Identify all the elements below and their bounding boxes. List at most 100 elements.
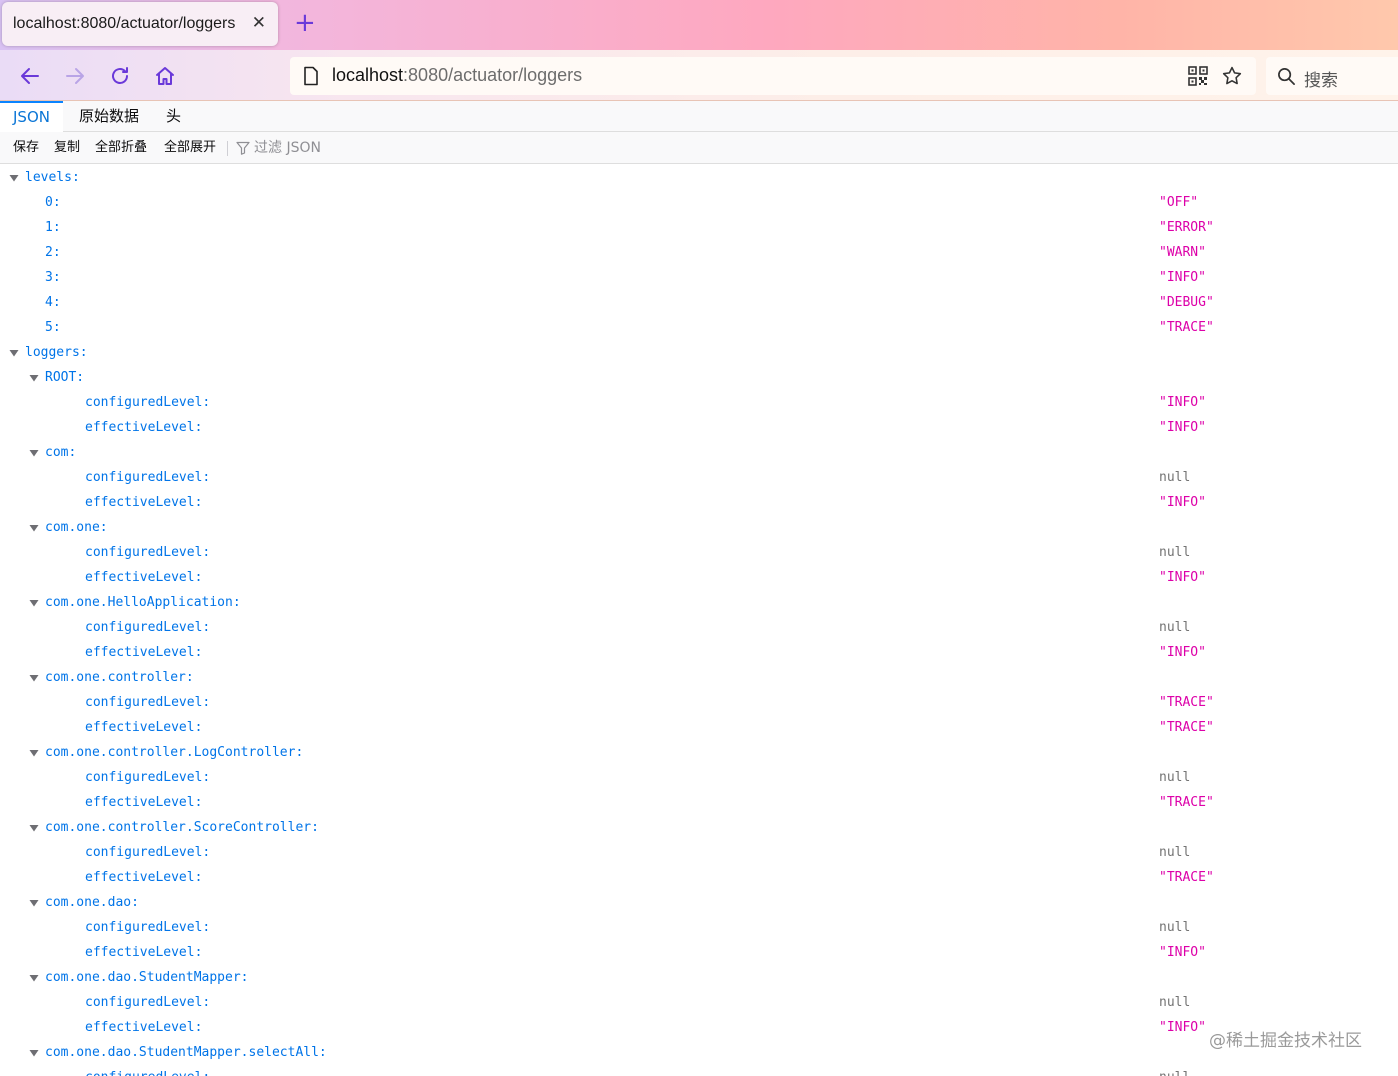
- json-tree-row[interactable]: com.one.dao.StudentMapper.selectAll:: [0, 1040, 1398, 1065]
- json-key: configuredLevel:: [85, 995, 211, 1010]
- json-tree-row: configuredLevel: null: [0, 915, 1398, 940]
- json-value: null: [1159, 620, 1191, 635]
- json-tree-row: effectiveLevel: "INFO": [0, 940, 1398, 965]
- reload-button[interactable]: [106, 62, 134, 90]
- page-document-icon: [304, 66, 318, 86]
- tab-raw-data[interactable]: 原始数据: [66, 101, 152, 132]
- json-value: "WARN": [1159, 245, 1206, 260]
- json-tree-row[interactable]: levels:: [0, 165, 1398, 190]
- json-tree-row[interactable]: com.one.controller.ScoreController:: [0, 815, 1398, 840]
- json-key: configuredLevel:: [85, 470, 211, 485]
- json-key: configuredLevel:: [85, 695, 211, 710]
- expand-all-button[interactable]: 全部展开: [164, 132, 216, 164]
- json-key: effectiveLevel:: [85, 420, 203, 435]
- json-tree-row[interactable]: com.one.HelloApplication:: [0, 590, 1398, 615]
- json-tree-row[interactable]: loggers:: [0, 340, 1398, 365]
- arrow-right-icon: [66, 68, 84, 84]
- json-value: "TRACE": [1159, 320, 1214, 335]
- json-value: "ERROR": [1159, 220, 1214, 235]
- json-tree-row: configuredLevel: null: [0, 840, 1398, 865]
- json-key: effectiveLevel:: [85, 720, 203, 735]
- expand-triangle-icon[interactable]: [28, 890, 40, 915]
- json-key: ROOT:: [45, 370, 85, 385]
- json-value: null: [1159, 470, 1191, 485]
- json-key: 1:: [45, 220, 61, 235]
- bookmark-star-icon[interactable]: [1221, 65, 1243, 87]
- json-key: com.one.dao:: [45, 895, 139, 910]
- watermark-text: @稀土掘金技术社区: [1209, 1031, 1362, 1051]
- expand-triangle-icon[interactable]: [8, 165, 20, 190]
- search-box[interactable]: 搜索: [1266, 57, 1398, 95]
- expand-triangle-icon[interactable]: [28, 815, 40, 840]
- expand-triangle-icon[interactable]: [28, 365, 40, 390]
- json-key: 0:: [45, 195, 61, 210]
- navigation-toolbar: localhost:8080/actuator/loggers 搜索: [0, 50, 1398, 101]
- json-key: 2:: [45, 245, 61, 260]
- json-tree-row: configuredLevel: null: [0, 465, 1398, 490]
- json-tree-row[interactable]: com.one.dao.StudentMapper:: [0, 965, 1398, 990]
- json-key: loggers:: [25, 345, 88, 360]
- json-tree-row: 0: "OFF": [0, 190, 1398, 215]
- reload-icon: [112, 67, 128, 84]
- json-tree-row[interactable]: com:: [0, 440, 1398, 465]
- json-toolbar: 保存 复制 全部折叠 全部展开 过滤 JSON: [0, 132, 1398, 164]
- json-tree-row: configuredLevel: null: [0, 1065, 1398, 1076]
- tab-headers[interactable]: 头: [153, 101, 194, 132]
- json-key: configuredLevel:: [85, 395, 211, 410]
- json-tree-row[interactable]: com.one.dao:: [0, 890, 1398, 915]
- search-input[interactable]: 搜索: [1304, 66, 1338, 91]
- save-button[interactable]: 保存: [13, 132, 39, 164]
- json-value: "INFO": [1159, 645, 1206, 660]
- collapse-all-button[interactable]: 全部折叠: [95, 132, 147, 164]
- json-tree-row[interactable]: com.one:: [0, 515, 1398, 540]
- back-button[interactable]: [16, 62, 44, 90]
- json-value: "TRACE": [1159, 720, 1214, 735]
- json-key: com.one.dao.StudentMapper:: [45, 970, 249, 985]
- json-value: "INFO": [1159, 420, 1206, 435]
- filter-json-input[interactable]: 过滤 JSON: [254, 132, 321, 164]
- json-key: effectiveLevel:: [85, 945, 203, 960]
- expand-triangle-icon[interactable]: [28, 740, 40, 765]
- json-value: null: [1159, 1065, 1190, 1076]
- arrow-left-icon: [21, 68, 39, 84]
- json-tree-row: configuredLevel: "INFO": [0, 390, 1398, 415]
- json-tree-row[interactable]: com.one.controller:: [0, 665, 1398, 690]
- json-key: configuredLevel:: [85, 845, 211, 860]
- expand-triangle-icon[interactable]: [28, 440, 40, 465]
- json-key: com.one:: [45, 520, 108, 535]
- expand-triangle-icon[interactable]: [28, 665, 40, 690]
- json-key: configuredLevel:: [85, 1065, 210, 1076]
- expand-triangle-icon[interactable]: [28, 1040, 40, 1065]
- close-icon[interactable]: ✕: [252, 13, 266, 33]
- home-button[interactable]: [151, 62, 179, 90]
- browser-tab[interactable]: localhost:8080/actuator/loggers ✕: [2, 2, 278, 46]
- json-key: com:: [45, 445, 77, 460]
- json-key: com.one.controller.LogController:: [45, 745, 304, 760]
- json-key: configuredLevel:: [85, 770, 211, 785]
- expand-triangle-icon[interactable]: [28, 590, 40, 615]
- json-tree-row: 4: "DEBUG": [0, 290, 1398, 315]
- expand-triangle-icon[interactable]: [28, 515, 40, 540]
- qr-code-icon[interactable]: [1188, 66, 1208, 86]
- expand-triangle-icon[interactable]: [28, 965, 40, 990]
- json-key: effectiveLevel:: [85, 1020, 203, 1035]
- json-key: com.one.controller:: [45, 670, 194, 685]
- json-tree-row: effectiveLevel: "TRACE": [0, 790, 1398, 815]
- tab-json[interactable]: JSON: [0, 101, 63, 132]
- json-key: com.one.HelloApplication:: [45, 595, 241, 610]
- forward-button[interactable]: [61, 62, 89, 90]
- url-text[interactable]: localhost:8080/actuator/loggers: [332, 65, 582, 86]
- json-value: null: [1159, 995, 1191, 1010]
- filter-icon: [236, 141, 250, 155]
- new-tab-plus-icon[interactable]: +: [294, 9, 316, 37]
- expand-triangle-icon[interactable]: [8, 340, 20, 365]
- json-tree-row: effectiveLevel: "TRACE": [0, 865, 1398, 890]
- json-tree-row[interactable]: ROOT:: [0, 365, 1398, 390]
- json-key: effectiveLevel:: [85, 495, 203, 510]
- copy-button[interactable]: 复制: [54, 132, 80, 164]
- json-tree-row: 2: "WARN": [0, 240, 1398, 265]
- url-bar[interactable]: localhost:8080/actuator/loggers: [290, 57, 1256, 95]
- json-tree-row[interactable]: com.one.controller.LogController:: [0, 740, 1398, 765]
- json-key: 3:: [45, 270, 61, 285]
- json-value: null: [1159, 920, 1191, 935]
